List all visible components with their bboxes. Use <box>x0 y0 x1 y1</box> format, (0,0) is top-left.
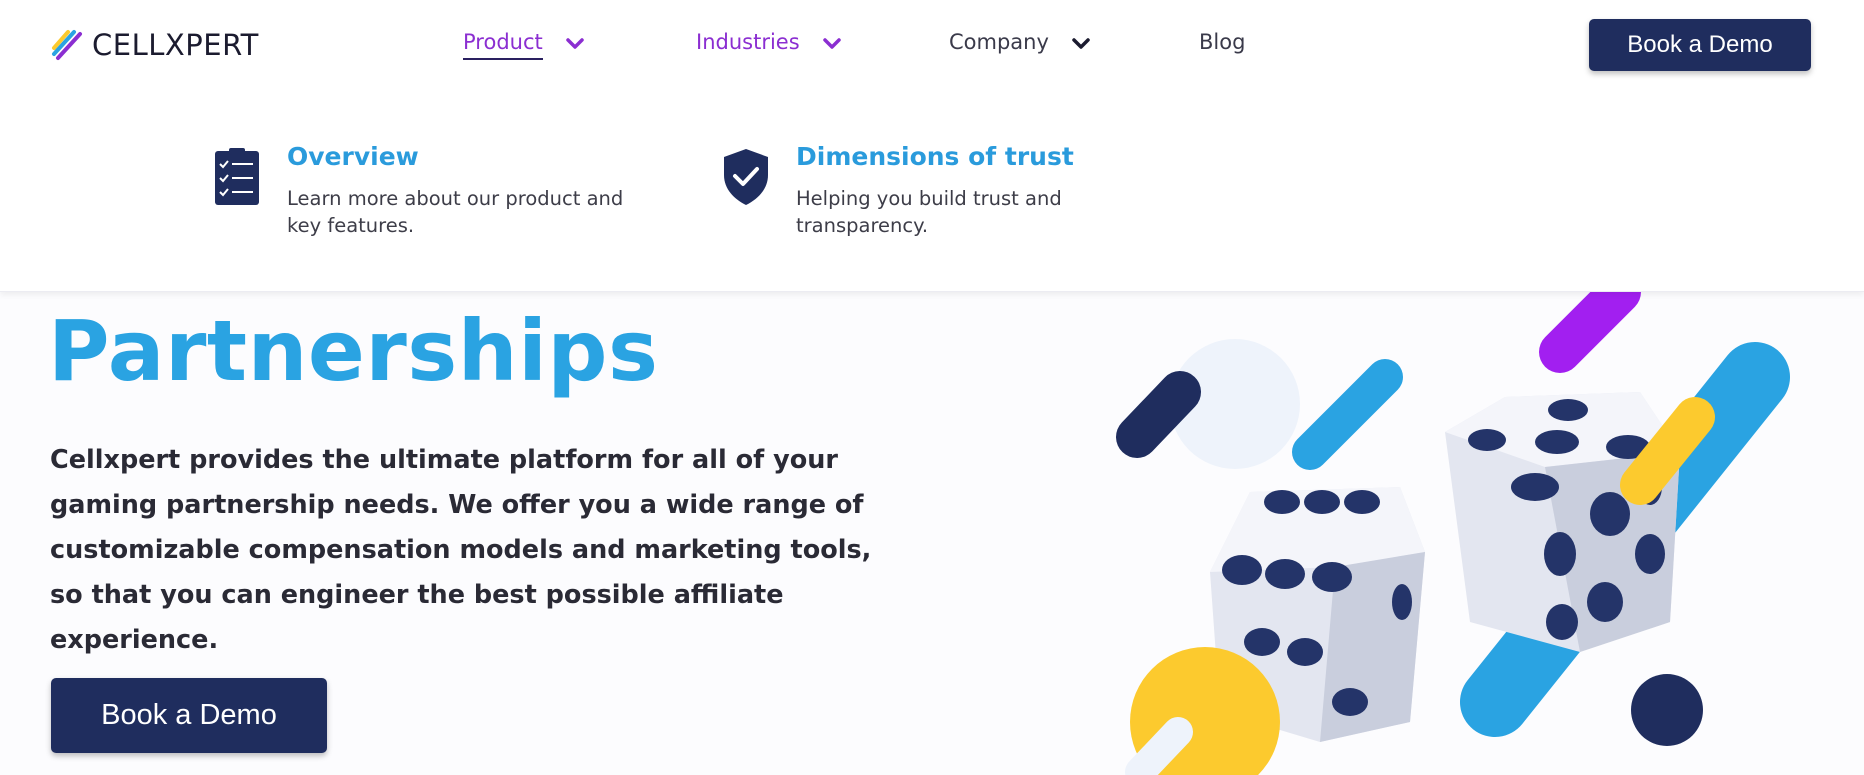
book-demo-button[interactable]: Book a Demo <box>1589 19 1811 71</box>
nav-item-company[interactable]: Company <box>949 30 1091 58</box>
shield-check-icon <box>724 149 768 205</box>
dropdown-item-dimensions-of-trust[interactable]: Dimensions of trust Helping you build tr… <box>722 142 1136 239</box>
nav-item-label: Blog <box>1199 30 1246 54</box>
hero-book-demo-button[interactable]: Book a Demo <box>51 678 327 753</box>
dropdown-item-title: Dimensions of trust <box>796 142 1074 171</box>
dropdown-item-overview[interactable]: Overview Learn more about our product an… <box>213 142 627 239</box>
dropdown-item-description: Learn more about our product and key fea… <box>287 187 624 237</box>
site-header: CELLXPERT Product Industries Company Blo… <box>0 0 1864 92</box>
nav-item-label: Company <box>949 30 1049 54</box>
chevron-down-icon <box>565 38 584 49</box>
nav-item-blog[interactable]: Blog <box>1199 30 1245 58</box>
dropdown-item-description: Helping you build trust and transparency… <box>796 187 1062 237</box>
nav-item-industries[interactable]: Industries <box>696 30 842 58</box>
nav-item-product[interactable]: Product <box>463 30 585 60</box>
dice-illustration <box>1116 292 1790 775</box>
nav-item-label: Product <box>463 30 543 60</box>
chevron-down-icon <box>822 38 841 49</box>
product-dropdown-menu: Overview Learn more about our product an… <box>0 92 1864 292</box>
main-nav: Product Industries Company Blog <box>0 30 1864 70</box>
hero-title: Partnerships <box>48 302 659 400</box>
nav-item-label: Industries <box>696 30 800 54</box>
hero-section: Partnerships Cellxpert provides the ulti… <box>0 292 1864 775</box>
chevron-down-icon <box>1072 38 1090 49</box>
hero-text: Cellxpert provides the ultimate platform… <box>50 445 872 655</box>
dropdown-item-title: Overview <box>287 142 419 171</box>
checklist-icon <box>215 148 259 205</box>
